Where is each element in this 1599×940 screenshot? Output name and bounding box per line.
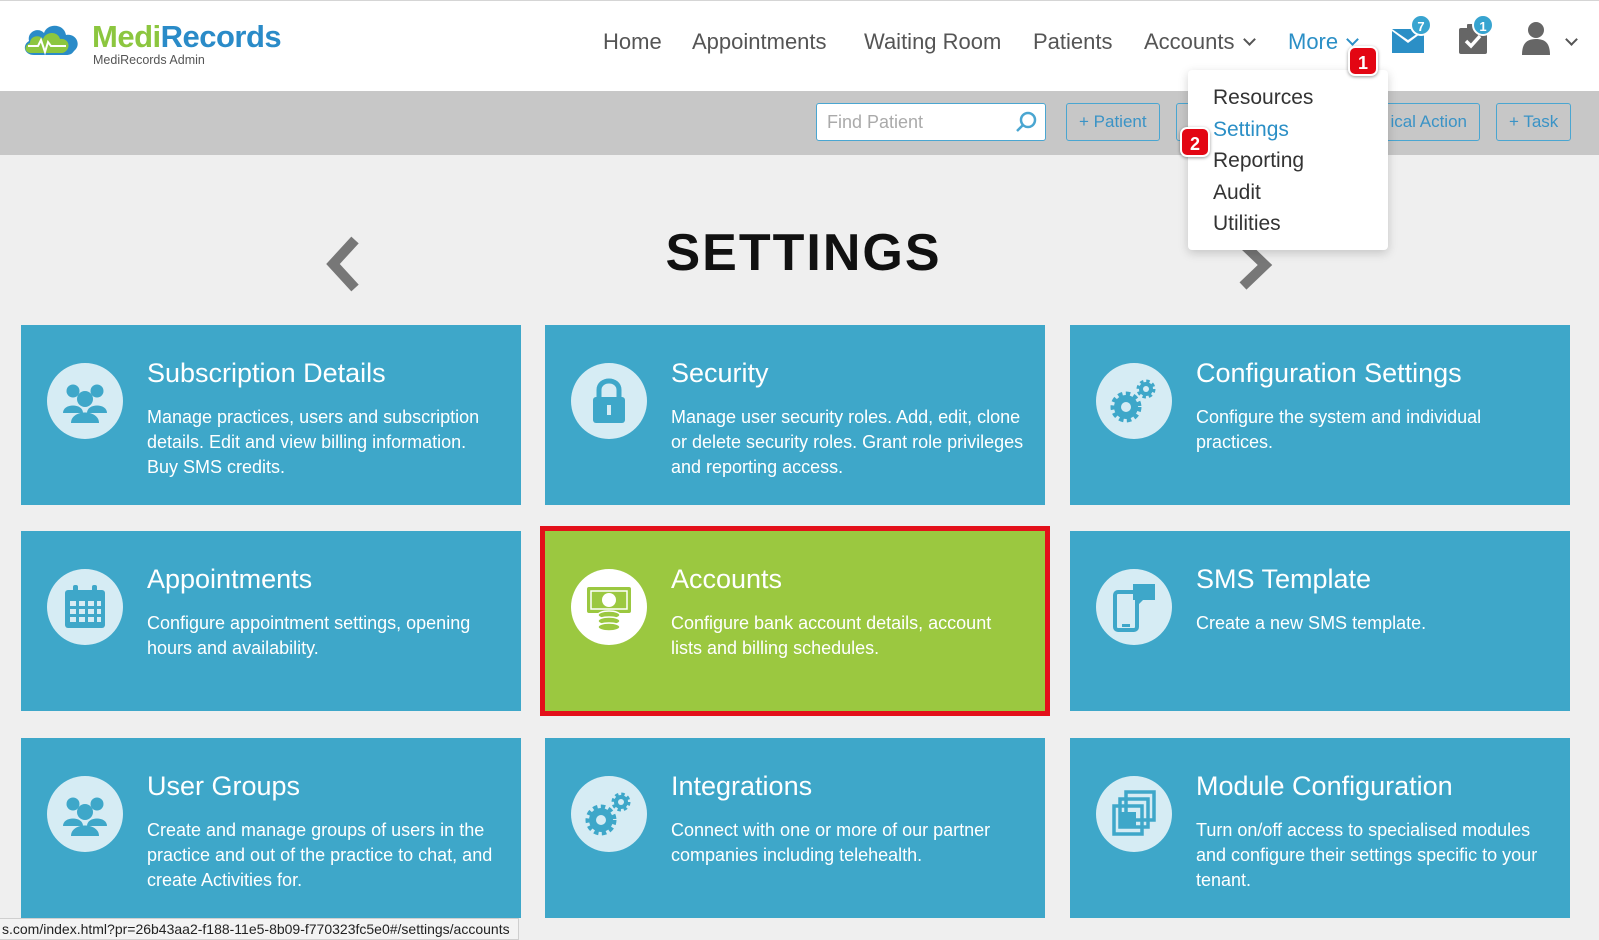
nav-accounts[interactable]: Accounts bbox=[1144, 29, 1256, 55]
tile-title: Security bbox=[671, 358, 769, 388]
nav-waiting-room-label: Waiting Room bbox=[864, 29, 1002, 54]
users-icon bbox=[47, 776, 123, 852]
menu-item-resources[interactable]: Resources bbox=[1188, 82, 1388, 114]
step-marker-2: 2 bbox=[1180, 127, 1210, 157]
step-marker-1: 1 bbox=[1348, 46, 1378, 76]
tile-description: Configure appointment settings, opening … bbox=[147, 613, 471, 658]
users-icon bbox=[47, 363, 123, 439]
nav-waiting-room[interactable]: Waiting Room bbox=[864, 29, 1001, 55]
tile-description: Manage practices, users and subscription… bbox=[147, 407, 480, 477]
tasks-button[interactable]: 1 bbox=[1458, 14, 1494, 60]
tile-security[interactable]: Security Manage user security roles. Add… bbox=[545, 325, 1045, 505]
tasks-count-badge: 1 bbox=[1472, 14, 1494, 36]
brand-name-part2: Records bbox=[160, 19, 282, 54]
brand-name-part1: Medi bbox=[92, 19, 161, 54]
messages-button[interactable]: 7 bbox=[1390, 14, 1432, 60]
menu-item-utilities[interactable]: Utilities bbox=[1188, 208, 1388, 240]
user-menu-button[interactable] bbox=[1521, 21, 1578, 60]
gears-icon bbox=[571, 776, 647, 852]
cloud-heartbeat-icon bbox=[24, 25, 78, 56]
tile-subscription-details[interactable]: Subscription Details Manage practices, u… bbox=[21, 325, 521, 505]
brand-subtitle: MediRecords Admin bbox=[93, 53, 205, 67]
nav-accounts-label: Accounts bbox=[1144, 29, 1235, 54]
search-input[interactable] bbox=[827, 112, 1012, 133]
tile-description: Create and manage groups of users in the… bbox=[147, 820, 493, 890]
menu-item-reporting[interactable]: Reporting bbox=[1188, 145, 1388, 177]
calendar-icon bbox=[47, 569, 123, 645]
nav-appointments-label: Appointments bbox=[692, 29, 827, 54]
nav-home-label: Home bbox=[603, 29, 662, 54]
chevron-down-icon bbox=[1565, 33, 1578, 46]
tile-description: Connect with one or more of our partner … bbox=[671, 820, 991, 865]
menu-item-settings[interactable]: Settings bbox=[1188, 114, 1388, 146]
tile-description: Create a new SMS template. bbox=[1196, 613, 1427, 633]
nav-patients[interactable]: Patients bbox=[1033, 29, 1113, 55]
add-task-button[interactable]: + Task bbox=[1496, 103, 1572, 141]
tile-user-groups[interactable]: User Groups Create and manage groups of … bbox=[21, 738, 521, 918]
tile-title: Subscription Details bbox=[147, 358, 386, 388]
tile-integrations[interactable]: Integrations Connect with one or more of… bbox=[545, 738, 1045, 918]
tile-description: Configure bank account details, account … bbox=[671, 613, 992, 658]
tile-description: Manage user security roles. Add, edit, c… bbox=[671, 407, 1024, 477]
gears-icon bbox=[1096, 363, 1172, 439]
brand-name: MediRecords bbox=[92, 19, 282, 55]
lock-icon bbox=[571, 363, 647, 439]
brand-logo[interactable]: MediRecords MediRecords Admin bbox=[20, 15, 282, 75]
nav-patients-label: Patients bbox=[1033, 29, 1113, 54]
tile-title: SMS Template bbox=[1196, 564, 1372, 594]
status-bar-url: s.com/index.html?pr=26b43aa2-f188-11e5-8… bbox=[0, 918, 519, 940]
phone-message-icon bbox=[1096, 569, 1172, 645]
tile-title: Accounts bbox=[671, 564, 783, 594]
tile-title: User Groups bbox=[147, 771, 301, 801]
nav-appointments[interactable]: Appointments bbox=[692, 29, 827, 55]
nav-more-label: More bbox=[1288, 29, 1339, 54]
tile-title: Appointments bbox=[147, 564, 313, 594]
add-patient-button[interactable]: + Patient bbox=[1066, 103, 1160, 141]
tile-title: Configuration Settings bbox=[1196, 358, 1462, 388]
tile-sms-template[interactable]: SMS Template Create a new SMS template. bbox=[1070, 531, 1570, 711]
tile-appointments[interactable]: Appointments Configure appointment setti… bbox=[21, 531, 521, 711]
tile-configuration-settings[interactable]: Configuration Settings Configure the sys… bbox=[1070, 325, 1570, 505]
more-dropdown-menu: Resources Settings Reporting Audit Utili… bbox=[1188, 70, 1388, 250]
chevron-down-icon bbox=[1346, 33, 1359, 46]
tile-accounts[interactable]: Accounts Configure bank account details,… bbox=[540, 526, 1050, 716]
tile-module-configuration[interactable]: Module Configuration Turn on/off access … bbox=[1070, 738, 1570, 918]
nav-home[interactable]: Home bbox=[603, 29, 662, 55]
menu-item-audit[interactable]: Audit bbox=[1188, 177, 1388, 209]
tile-title: Integrations bbox=[671, 771, 813, 801]
tile-description: Configure the system and individual prac… bbox=[1196, 407, 1482, 452]
tile-description: Turn on/off access to specialised module… bbox=[1196, 820, 1538, 890]
money-icon bbox=[571, 569, 647, 645]
chevron-down-icon bbox=[1242, 33, 1256, 46]
messages-count-badge: 7 bbox=[1410, 14, 1432, 36]
modules-icon bbox=[1096, 776, 1172, 852]
patient-search[interactable] bbox=[816, 103, 1046, 141]
search-icon[interactable] bbox=[1015, 110, 1039, 134]
nav-more[interactable]: More bbox=[1288, 29, 1359, 55]
user-avatar-icon bbox=[1522, 22, 1550, 55]
tile-title: Module Configuration bbox=[1196, 771, 1453, 801]
